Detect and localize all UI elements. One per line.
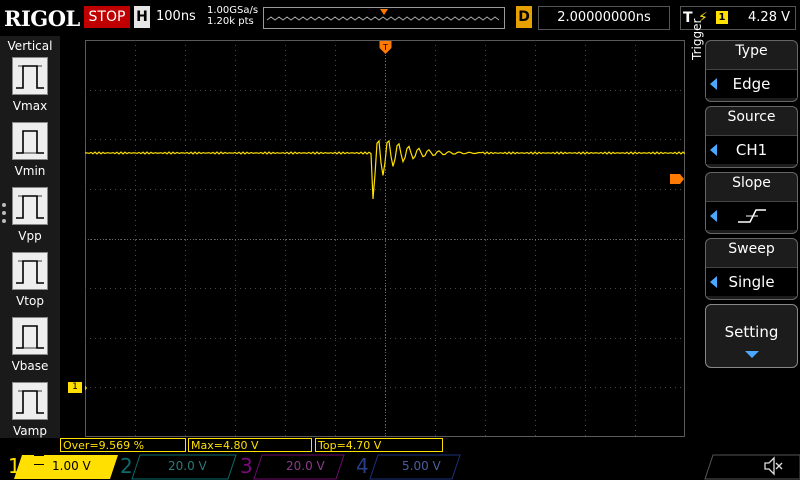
sampling-info: 1.00GSa/s 1.20k pts <box>207 5 258 27</box>
right-menu-title: Trigger <box>690 18 704 60</box>
vbase-waveform-icon <box>16 325 44 349</box>
vtop-waveform-icon <box>16 260 44 284</box>
max-measurement[interactable]: Max=4.80 V <box>188 438 312 452</box>
trigger-sweep-value: Single <box>706 267 797 296</box>
left-arrow-icon <box>710 144 717 156</box>
trigger-setting-button[interactable]: Setting <box>705 304 798 368</box>
trigger-slope-label: Slope <box>732 175 771 191</box>
channel-4-scale: 5.00 V <box>402 459 441 473</box>
measure-button-vamp[interactable] <box>12 382 48 420</box>
speaker-muted-icon[interactable] <box>762 456 784 476</box>
page-indicator-dot <box>2 219 6 223</box>
trigger-type-value: Edge <box>706 69 797 98</box>
channel-1-scale: 1.00 V <box>52 459 91 473</box>
left-arrow-icon <box>710 210 717 222</box>
trigger-slope-value <box>706 201 797 230</box>
trigger-level-marker[interactable] <box>670 174 684 184</box>
graticule: T <box>71 40 686 437</box>
measure-button-vpp[interactable] <box>12 187 48 225</box>
vpp-waveform-icon <box>16 195 44 219</box>
measure-button-vmax[interactable] <box>12 57 48 95</box>
channel-3-scale: 20.0 V <box>286 459 325 473</box>
trigger-sweep-button[interactable]: Sweep Single <box>705 238 798 300</box>
trigger-source-badge: 1 <box>716 11 728 24</box>
channel-4-number: 4 <box>356 454 369 478</box>
memory-waveform-strip <box>263 7 505 29</box>
trigger-source-value: CH1 <box>706 135 797 164</box>
vmax-waveform-icon <box>16 65 44 89</box>
trigger-position-badge: T <box>382 43 388 52</box>
measure-label-vbase: Vbase <box>11 359 49 373</box>
channel-3-number: 3 <box>240 454 253 478</box>
overshoot-measurement[interactable]: Over=9.569 % <box>60 438 186 452</box>
channel-1-tab[interactable]: 1 1.00 V <box>4 454 120 479</box>
channel-3-tab[interactable]: 3 20.0 V <box>236 454 356 479</box>
ch1-ground-badge[interactable]: 1 <box>68 382 82 393</box>
measure-label-vamp: Vamp <box>13 424 47 438</box>
run-stop-indicator[interactable]: STOP <box>84 6 130 28</box>
channel-2-number: 2 <box>120 454 133 478</box>
delay-value[interactable]: 2.00000000ns <box>538 6 670 30</box>
vamp-waveform-icon <box>16 390 44 414</box>
left-arrow-icon <box>710 276 717 288</box>
vmin-waveform-icon <box>16 130 44 154</box>
channel-2-tab[interactable]: 2 20.0 V <box>116 454 236 479</box>
measure-label-vpp: Vpp <box>18 229 42 243</box>
page-indicator-dot <box>2 211 6 215</box>
rising-slope-icon <box>737 209 766 223</box>
left-arrow-icon <box>710 78 717 90</box>
channel-2-scale: 20.0 V <box>168 459 207 473</box>
measure-label-vtop: Vtop <box>16 294 44 308</box>
chevron-down-icon <box>745 351 759 358</box>
trigger-level[interactable]: 4.28 V <box>740 6 790 30</box>
measure-button-vbase[interactable] <box>12 317 48 355</box>
delay-label: D <box>516 6 532 28</box>
trigger-type-label: Type <box>735 43 768 59</box>
page-indicator-dot <box>2 203 6 207</box>
brand-logo: RIGOL <box>4 6 80 31</box>
horizontal-label: H <box>134 6 150 28</box>
measure-button-vmin[interactable] <box>12 122 48 160</box>
sample-rate: 1.00GSa/s <box>207 5 259 16</box>
trigger-sweep-label: Sweep <box>728 241 775 257</box>
channel-1-number: 1 <box>8 454 21 478</box>
left-menu-title: Vertical <box>7 39 53 53</box>
top-measurement[interactable]: Top=4.70 V <box>315 438 443 452</box>
memory-depth: 1.20k pts <box>207 16 254 27</box>
trigger-slope-button[interactable]: Slope <box>705 172 798 234</box>
waveform-display[interactable]: T <box>71 40 686 437</box>
memory-overview-icon <box>266 9 500 21</box>
measure-label-vmax: Vmax <box>12 99 48 113</box>
trigger-type-button[interactable]: Type Edge <box>705 40 798 102</box>
timebase-value[interactable]: 100ns <box>156 6 202 28</box>
measure-button-vtop[interactable] <box>12 252 48 290</box>
trigger-source-button[interactable]: Source CH1 <box>705 106 798 168</box>
measure-label-vmin: Vmin <box>14 164 46 178</box>
trigger-source-label: Source <box>727 109 776 125</box>
channel-4-tab[interactable]: 4 5.00 V <box>352 454 472 479</box>
dc-coupling-icon <box>34 455 44 465</box>
trigger-setting-label: Setting <box>724 323 779 341</box>
